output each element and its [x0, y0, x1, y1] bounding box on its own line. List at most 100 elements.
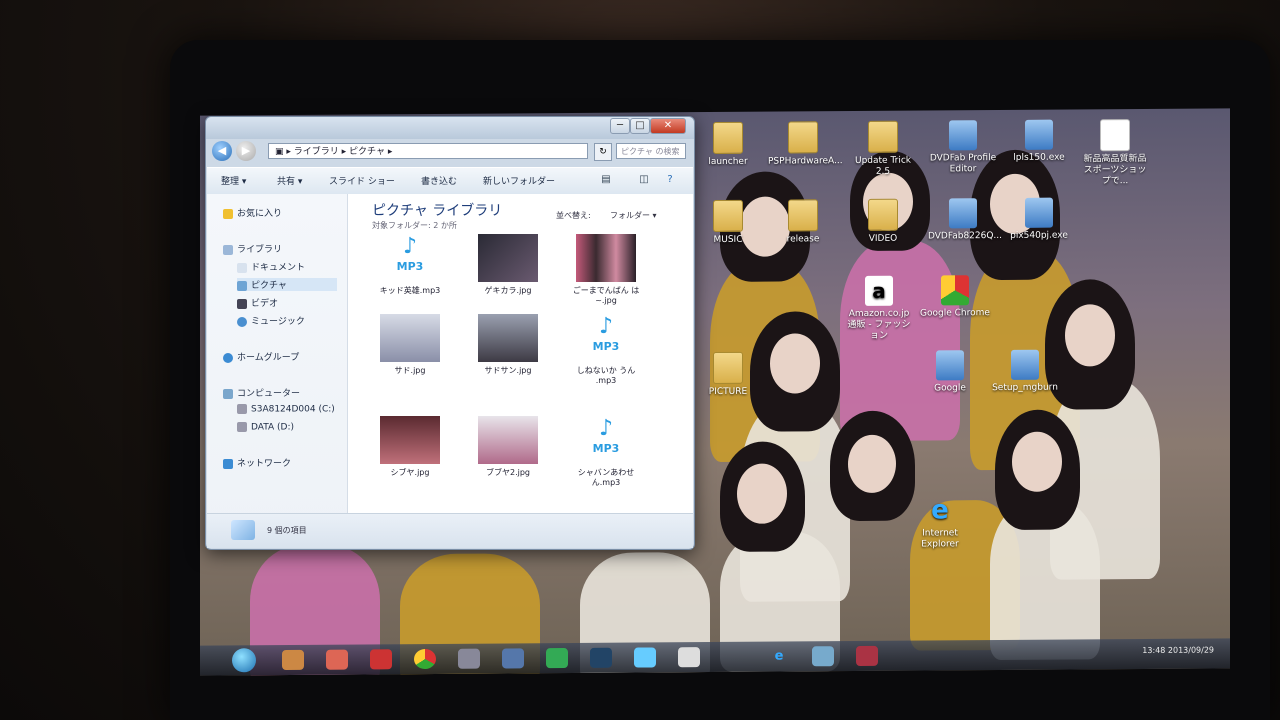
breadcrumb-libraries[interactable]: ライブラリ	[294, 147, 339, 157]
desktop-icon[interactable]: release	[768, 199, 838, 245]
help-icon[interactable]: ?	[663, 173, 677, 187]
minimize-button[interactable]: ─	[610, 118, 630, 134]
desktop-icon[interactable]: Google	[915, 350, 985, 394]
desktop-icon[interactable]: MUSIC	[693, 199, 763, 246]
desktop-icon[interactable]: 新品高品質新品スポーツショップで...	[1080, 119, 1150, 187]
desktop-icon[interactable]: PICTURE	[693, 351, 763, 398]
desktop-icon[interactable]: e Internet Explorer	[905, 495, 975, 550]
internet-explorer-icon[interactable]: e	[768, 646, 790, 666]
file-tile[interactable]: ブブヤ2.jpg	[468, 416, 548, 478]
app-icon[interactable]	[502, 648, 524, 669]
close-button[interactable]: ✕	[650, 118, 686, 134]
folder-icon	[788, 199, 818, 232]
explorer-icon[interactable]	[678, 647, 700, 668]
nav-drive-d[interactable]: DATA (D:)	[237, 422, 294, 433]
document-icon	[237, 262, 247, 273]
slideshow-button[interactable]: スライド ショー	[329, 174, 395, 187]
media-player-icon[interactable]	[282, 649, 304, 671]
file-tile[interactable]: ♪ MP3 シャバンあわせ ん.mp3	[566, 416, 646, 488]
chrome-icon	[941, 275, 969, 306]
pictures-library-icon	[231, 520, 255, 540]
explorer-window: ─ □ ✕ ◀ ▶ ▣ ▸ ライブラリ ▸ ピクチャ ▸ ↻ ピクチャ の検索 …	[205, 116, 695, 550]
app-icon[interactable]	[590, 647, 612, 668]
desktop-icon[interactable]: Update Trick 2.5	[848, 120, 918, 178]
desktop-icon[interactable]: Setup_mgburn	[990, 349, 1060, 394]
arrange-dropdown[interactable]: フォルダー ▾	[610, 210, 657, 221]
nav-drive-c[interactable]: S3A8124D004 (C:)	[237, 404, 335, 415]
nav-libraries[interactable]: ライブラリ	[223, 242, 282, 255]
network-icon	[223, 458, 233, 469]
app-icon[interactable]	[458, 648, 480, 669]
app-icon	[949, 120, 977, 151]
app-icon	[1025, 119, 1053, 150]
folder-icon	[788, 121, 818, 154]
forward-button[interactable]: ▶	[236, 141, 256, 161]
nav-pictures[interactable]: ピクチャ	[237, 278, 337, 291]
nav-music[interactable]: ミュージック	[237, 314, 305, 327]
item-count: 9 個の項目	[267, 526, 307, 535]
start-button[interactable]	[232, 648, 256, 673]
refresh-button[interactable]: ↻	[594, 143, 612, 161]
nav-computer[interactable]: コンピューター	[223, 386, 300, 399]
file-tile[interactable]: サド.jpg	[370, 314, 450, 376]
folder-icon: ▣ ▸	[275, 147, 294, 157]
chrome-icon[interactable]	[414, 648, 436, 670]
app-icon[interactable]	[370, 649, 392, 670]
desktop-icon[interactable]: VIDEO	[848, 198, 918, 245]
nav-homegroup[interactable]: ホームグループ	[223, 350, 299, 363]
system-tray-clock[interactable]: 13:48 2013/09/29	[1142, 646, 1214, 656]
breadcrumb-pictures[interactable]: ピクチャ	[349, 147, 385, 157]
desktop-icon[interactable]: PSPHardwareA...	[768, 121, 843, 167]
music-icon	[237, 316, 247, 327]
new-folder-button[interactable]: 新しいフォルダー	[483, 174, 555, 187]
folder-icon	[868, 198, 898, 231]
share-button[interactable]: 共有 ▾	[277, 174, 302, 187]
library-title: ピクチャ ライブラリ	[372, 203, 503, 219]
app-icon[interactable]	[546, 648, 568, 669]
app-icon[interactable]	[856, 645, 878, 667]
app-icon	[1025, 197, 1053, 228]
window-body: お気に入り ライブラリ ドキュメント ピクチャ ビデオ ミュージック ホームグル…	[207, 194, 693, 548]
app-icon[interactable]	[812, 646, 834, 667]
file-tile[interactable]: シブヤ.jpg	[370, 416, 450, 478]
nav-videos[interactable]: ビデオ	[237, 296, 278, 309]
app-icon[interactable]	[634, 647, 656, 668]
search-input[interactable]: ピクチャ の検索	[616, 143, 686, 159]
file-view: ピクチャ ライブラリ 対象フォルダー: 2 か所 並べ替え: フォルダー ▾ ♪…	[348, 194, 693, 548]
image-thumbnail	[478, 314, 538, 362]
file-tile[interactable]: ごーまでんばん は~.jpg	[566, 234, 646, 306]
maximize-button[interactable]: □	[630, 118, 650, 134]
desktop-icon[interactable]: launcher	[693, 121, 763, 168]
app-icon	[949, 198, 977, 229]
file-tile[interactable]: サドサン.jpg	[468, 314, 548, 376]
address-bar[interactable]: ▣ ▸ ライブラリ ▸ ピクチャ ▸	[268, 143, 588, 159]
nav-network[interactable]: ネットワーク	[223, 456, 291, 469]
organize-button[interactable]: 整理 ▾	[221, 174, 246, 187]
desktop-icon[interactable]: DVDFab8226Q...	[928, 198, 1002, 242]
file-tile[interactable]: ゲキカラ.jpg	[468, 234, 548, 296]
burn-button[interactable]: 書き込む	[421, 174, 457, 187]
nav-documents[interactable]: ドキュメント	[237, 260, 305, 273]
file-tile[interactable]: ♪ MP3 しねないか うん .mp3	[566, 314, 646, 386]
app-icon[interactable]	[326, 649, 348, 670]
address-row: ◀ ▶ ▣ ▸ ライブラリ ▸ ピクチャ ▸ ↻ ピクチャ の検索	[212, 141, 688, 163]
title-bar[interactable]: ─ □ ✕	[206, 117, 694, 139]
image-thumbnail	[380, 314, 440, 362]
navigation-pane: お気に入り ライブラリ ドキュメント ピクチャ ビデオ ミュージック ホームグル…	[207, 194, 348, 548]
library-icon	[223, 244, 233, 255]
homegroup-icon	[223, 352, 233, 363]
arrange-label: 並べ替え:	[556, 211, 591, 220]
desktop-icon[interactable]: pix540pj.exe	[1004, 197, 1074, 241]
desktop-icon[interactable]: a Amazon.co.jp 通販 - ファッション	[844, 275, 914, 342]
computer-icon	[223, 388, 233, 399]
preview-pane-icon[interactable]: ◫	[637, 173, 651, 187]
image-thumbnail	[576, 234, 636, 282]
desktop-icon[interactable]: Google Chrome	[920, 275, 990, 319]
desktop-icon[interactable]: DVDFab Profile Editor	[928, 120, 998, 175]
view-options-icon[interactable]: ▤	[599, 173, 613, 187]
back-button[interactable]: ◀	[212, 141, 232, 161]
amazon-icon: a	[865, 275, 893, 306]
desktop-icon[interactable]: lpls150.exe	[1004, 119, 1074, 163]
file-tile[interactable]: ♪ MP3 キッド英雄.mp3	[370, 234, 450, 296]
nav-favorites[interactable]: お気に入り	[223, 206, 282, 219]
